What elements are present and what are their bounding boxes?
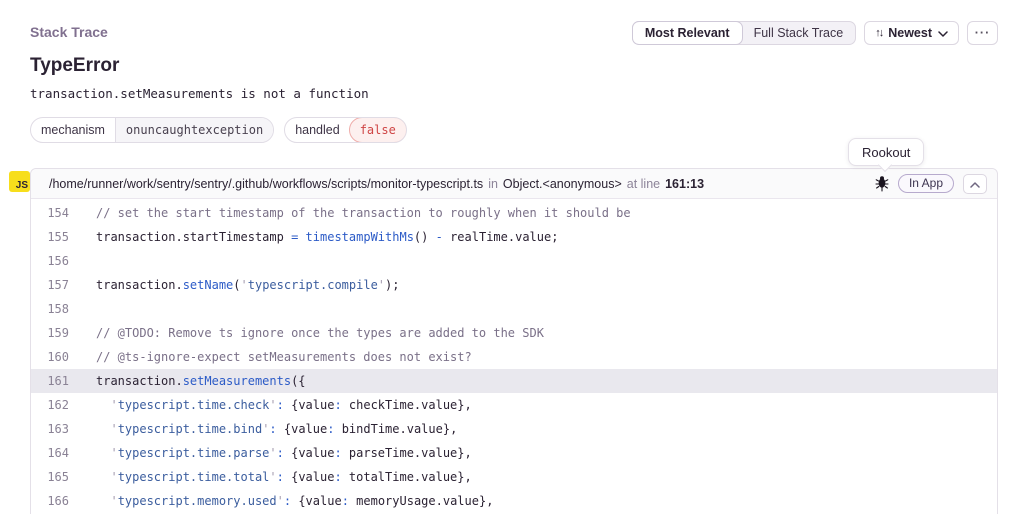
code-line-text: 'typescript.time.total': {value: totalTi… (96, 470, 472, 484)
frame-file-path: /home/runner/work/sentry/sentry/.github/… (49, 177, 483, 191)
rookout-tooltip: Rookout (848, 138, 924, 166)
code-line-text: transaction.setName('typescript.compile'… (96, 278, 399, 292)
line-number: 162 (31, 398, 69, 412)
error-type-title: TypeError (30, 55, 119, 77)
code-line-text: // set the start timestamp of the transa… (96, 206, 631, 220)
stack-frame: /home/runner/work/sentry/sentry/.github/… (30, 168, 998, 514)
tag-key: handled (285, 118, 350, 142)
view-toggle: Most Relevant Full Stack Trace (632, 21, 856, 45)
code-line: 155 transaction.startTimestamp = timestam… (31, 225, 997, 249)
code-line: 159 // @TODO: Remove ts ignore once the t… (31, 321, 997, 345)
tag-value: onuncaughtexception (115, 118, 273, 142)
code-line: 165 'typescript.time.total': {value: tot… (31, 465, 997, 489)
javascript-platform-icon: JS (9, 171, 30, 192)
code-line: 162 'typescript.time.check': {value: che… (31, 393, 997, 417)
code-line-text: transaction.startTimestamp = timestampWi… (96, 230, 558, 244)
line-number: 161 (31, 374, 69, 388)
collapse-frame-button[interactable] (963, 174, 987, 194)
line-number: 157 (31, 278, 69, 292)
code-line: 166 'typescript.memory.used': {value: me… (31, 489, 997, 513)
line-number: 164 (31, 446, 69, 460)
code-line: 154 // set the start timestamp of the tra… (31, 201, 997, 225)
tag-handled[interactable]: handled false (284, 117, 407, 143)
frame-at-line-label: at line (627, 177, 660, 191)
code-line-text: transaction.setMeasurements({ (96, 374, 306, 388)
line-number: 159 (31, 326, 69, 340)
line-number: 158 (31, 302, 69, 316)
tab-most-relevant[interactable]: Most Relevant (632, 21, 743, 45)
tag-key: mechanism (31, 118, 115, 142)
code-line: 156 (31, 249, 997, 273)
code-line-text: // @TODO: Remove ts ignore once the type… (96, 326, 544, 340)
chevron-down-icon (938, 26, 948, 40)
sort-arrows-icon: ↑↓ (875, 27, 882, 39)
code-context: 154 // set the start timestamp of the tra… (31, 199, 997, 513)
frame-header[interactable]: /home/runner/work/sentry/sentry/.github/… (31, 169, 997, 199)
tag-list: mechanism onuncaughtexception handled fa… (30, 117, 407, 143)
in-app-badge: In App (898, 174, 954, 193)
line-number: 155 (31, 230, 69, 244)
line-number: 154 (31, 206, 69, 220)
rookout-icon[interactable] (875, 175, 889, 192)
frame-function-name: Object.<anonymous> (503, 177, 622, 191)
more-options-button[interactable]: ··· (967, 21, 998, 45)
line-number: 160 (31, 350, 69, 364)
line-number: 163 (31, 422, 69, 436)
frame-line-number: 161:13 (665, 177, 704, 191)
line-number: 156 (31, 254, 69, 268)
code-line: 157 transaction.setName('typescript.compi… (31, 273, 997, 297)
section-title: Stack Trace (30, 24, 108, 40)
chevron-up-icon (970, 177, 980, 191)
sort-dropdown-button[interactable]: ↑↓ Newest (864, 21, 959, 45)
code-line-text: 'typescript.time.bind': {value: bindTime… (96, 422, 457, 436)
tab-full-stack-trace[interactable]: Full Stack Trace (742, 22, 856, 44)
code-line: 164 'typescript.time.parse': {value: par… (31, 441, 997, 465)
tag-value-error: false (349, 117, 407, 143)
frame-in-label: in (488, 177, 498, 191)
code-line-text: 'typescript.memory.used': {value: memory… (96, 494, 493, 508)
line-number: 165 (31, 470, 69, 484)
error-message: transaction.setMeasurements is not a fun… (30, 86, 369, 101)
code-line-text: // @ts-ignore-expect setMeasurements doe… (96, 350, 472, 364)
line-number: 166 (31, 494, 69, 508)
sort-label: Newest (888, 26, 932, 40)
code-line-text: 'typescript.time.parse': {value: parseTi… (96, 446, 472, 460)
tag-mechanism[interactable]: mechanism onuncaughtexception (30, 117, 274, 143)
stack-trace-panel: Stack Trace TypeError transaction.setMea… (0, 0, 1026, 514)
code-line-text: 'typescript.time.check': {value: checkTi… (96, 398, 472, 412)
toolbar: Most Relevant Full Stack Trace ↑↓ Newest… (632, 21, 998, 45)
code-line: 160 // @ts-ignore-expect setMeasurements … (31, 345, 997, 369)
code-line: 161 transaction.setMeasurements({ (31, 369, 997, 393)
code-line: 163 'typescript.time.bind': {value: bind… (31, 417, 997, 441)
code-line: 158 (31, 297, 997, 321)
